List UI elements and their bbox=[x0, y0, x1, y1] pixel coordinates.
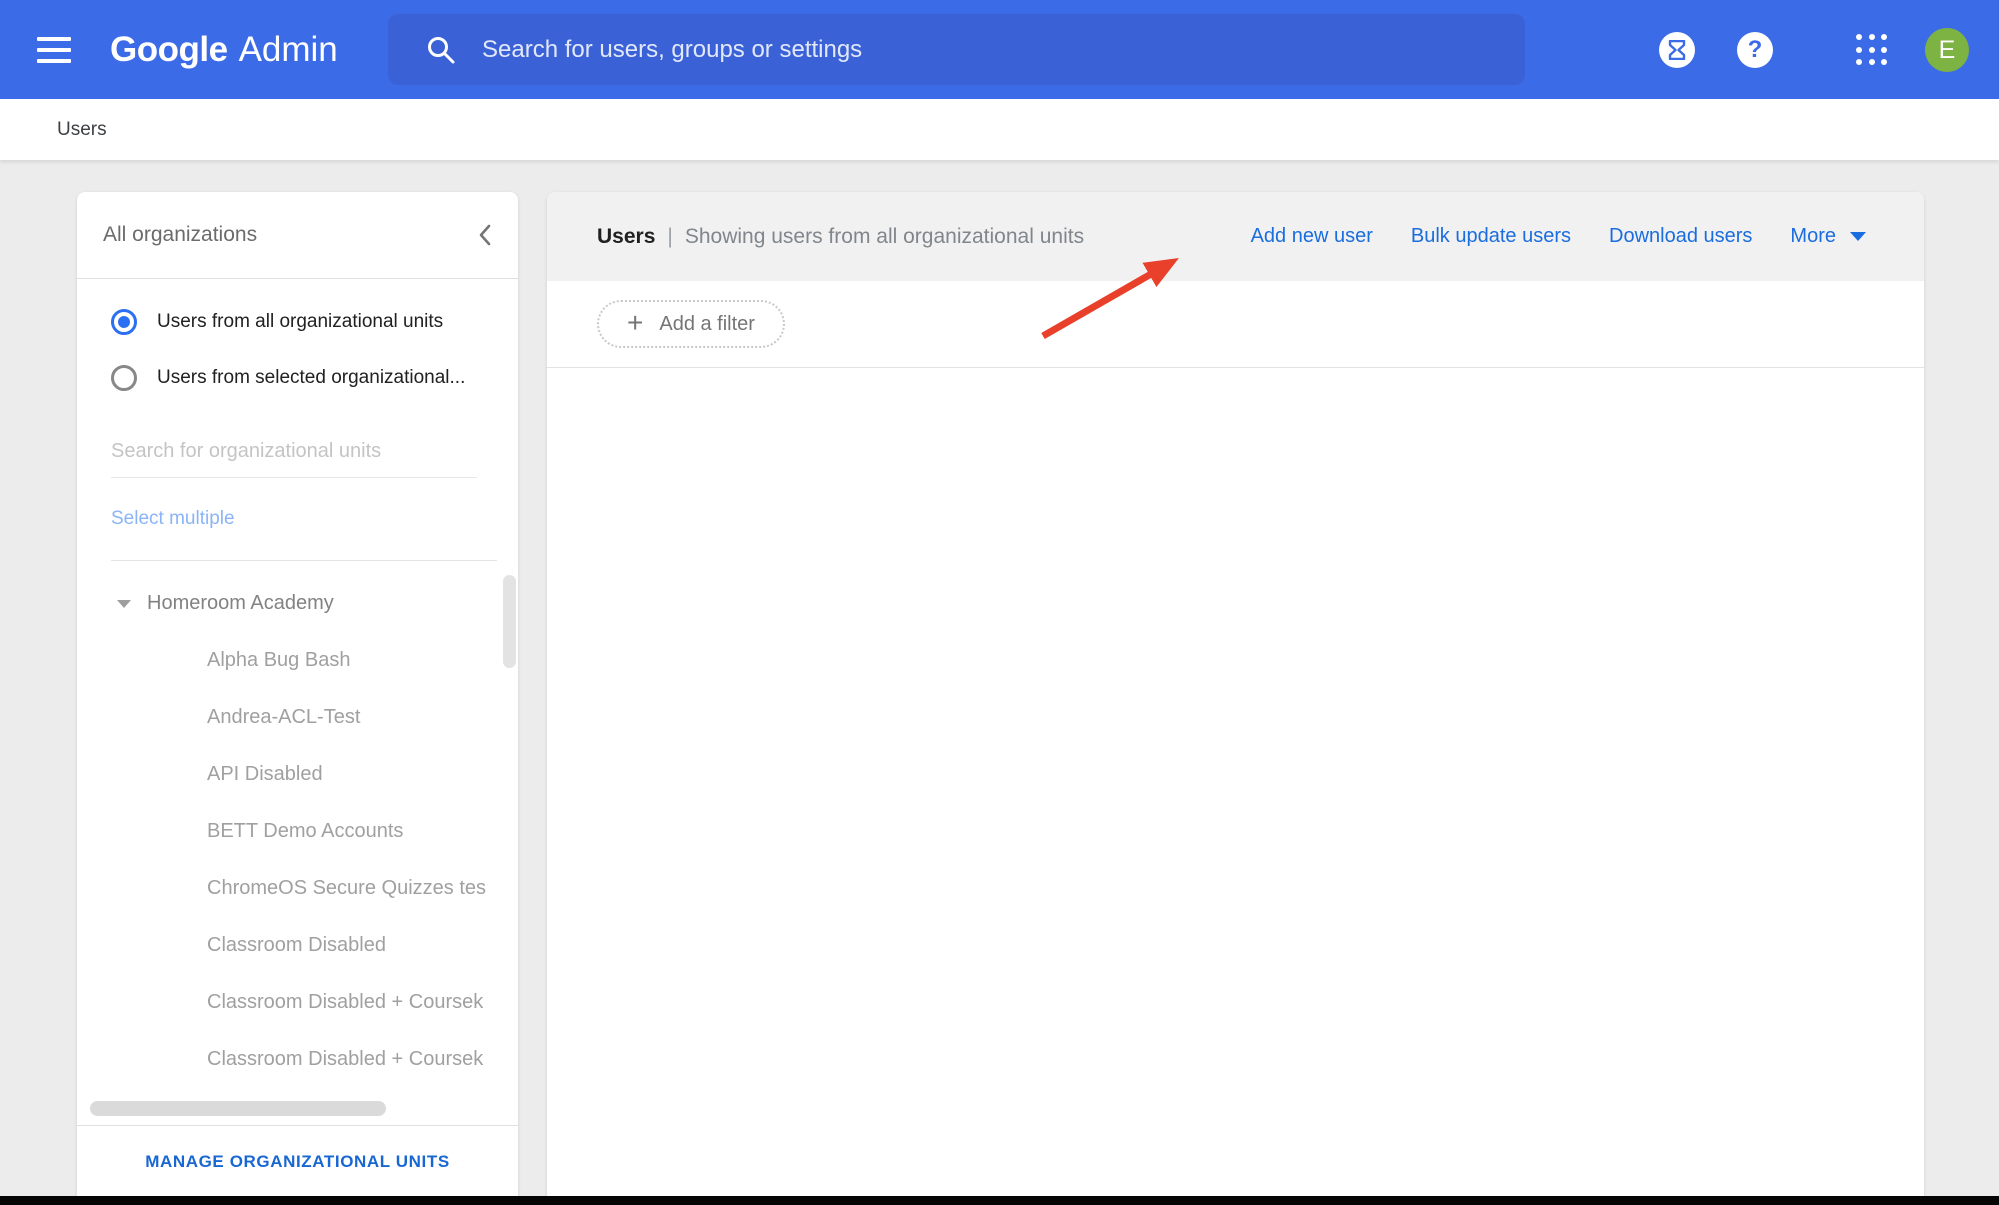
divider bbox=[547, 367, 1924, 368]
tree-item-label: Classroom Disabled + Coursek bbox=[207, 991, 484, 1013]
users-actions: Add new user Bulk update users Download … bbox=[1251, 225, 1866, 248]
tree-item[interactable]: Andrea-ACL-Test bbox=[77, 689, 518, 746]
organizations-panel-title: All organizations bbox=[103, 223, 258, 246]
add-filter-button[interactable]: + Add a filter bbox=[597, 300, 785, 348]
tree-item[interactable]: Classroom Disabled + Coursek bbox=[77, 1031, 518, 1088]
caret-down-icon[interactable] bbox=[117, 599, 131, 608]
filter-row: + Add a filter bbox=[547, 281, 1924, 367]
radio-users-all-org-units[interactable]: Users from all organizational units bbox=[77, 294, 518, 350]
tree-item-label: Classroom Disabled bbox=[207, 934, 386, 956]
search-icon bbox=[428, 36, 455, 63]
vertical-scrollbar-thumb[interactable] bbox=[503, 575, 516, 668]
avatar-initial: E bbox=[1938, 35, 1956, 64]
apps-grid-icon[interactable] bbox=[1856, 34, 1888, 66]
page-title: Users bbox=[597, 224, 656, 248]
hamburger-menu-icon[interactable] bbox=[37, 33, 77, 67]
org-units-tree: Homeroom Academy Alpha Bug Bash Andrea-A… bbox=[77, 575, 518, 1088]
tree-item[interactable]: ChromeOS Secure Quizzes tes bbox=[77, 860, 518, 917]
users-panel-header: Users | Showing users from all organizat… bbox=[547, 192, 1924, 281]
chevron-down-icon bbox=[1850, 232, 1866, 241]
help-glyph: ? bbox=[1747, 36, 1763, 63]
google-admin-console: Google Admin ? E Users bbox=[0, 0, 1999, 1205]
tree-item-label: API Disabled bbox=[207, 763, 323, 785]
bulk-update-users-link[interactable]: Bulk update users bbox=[1411, 225, 1571, 248]
tree-item-label: ChromeOS Secure Quizzes tes bbox=[207, 877, 486, 899]
radio-label: Users from all organizational units bbox=[157, 311, 444, 332]
radio-selected-icon bbox=[111, 309, 137, 335]
radio-unselected-icon bbox=[111, 365, 137, 391]
organizations-panel-header: All organizations bbox=[77, 192, 518, 278]
avatar[interactable]: E bbox=[1925, 28, 1969, 72]
add-new-user-link[interactable]: Add new user bbox=[1251, 225, 1373, 248]
radio-users-selected-org-units[interactable]: Users from selected organizational... bbox=[77, 350, 518, 406]
logo-google-text: Google bbox=[110, 29, 228, 69]
screenshot-bottom-edge bbox=[0, 1196, 1999, 1205]
app-header: Google Admin ? E bbox=[0, 0, 1999, 99]
org-units-search-input[interactable] bbox=[111, 440, 477, 478]
users-panel-title-group: Users | Showing users from all organizat… bbox=[597, 225, 1084, 249]
tree-root-label: Homeroom Academy bbox=[147, 592, 334, 614]
search-input[interactable] bbox=[482, 35, 1505, 64]
tree-root-homeroom-academy[interactable]: Homeroom Academy bbox=[77, 575, 518, 632]
global-search-bar[interactable] bbox=[388, 14, 1525, 85]
add-filter-label: Add a filter bbox=[659, 312, 755, 335]
more-button[interactable]: More bbox=[1790, 225, 1866, 248]
tree-item[interactable]: BETT Demo Accounts bbox=[77, 803, 518, 860]
select-multiple-link[interactable]: Select multiple bbox=[111, 508, 235, 530]
users-panel: Users | Showing users from all organizat… bbox=[547, 192, 1924, 1197]
horizontal-scrollbar-thumb[interactable] bbox=[90, 1101, 386, 1116]
tree-item-label: BETT Demo Accounts bbox=[207, 820, 404, 842]
google-admin-logo: Google Admin bbox=[110, 0, 338, 99]
divider bbox=[111, 560, 497, 561]
organizations-panel: All organizations Users from all organiz… bbox=[77, 192, 518, 1197]
help-icon[interactable]: ? bbox=[1737, 32, 1773, 68]
tree-item[interactable]: Classroom Disabled bbox=[77, 917, 518, 974]
title-separator: | bbox=[667, 224, 673, 248]
tree-item[interactable]: Classroom Disabled + Coursek bbox=[77, 974, 518, 1031]
chevron-left-icon[interactable] bbox=[478, 223, 492, 247]
breadcrumb-bar: Users bbox=[0, 99, 1999, 160]
manage-organizational-units-button[interactable]: MANAGE ORGANIZATIONAL UNITS bbox=[77, 1126, 518, 1197]
download-users-link[interactable]: Download users bbox=[1609, 225, 1752, 248]
plus-icon: + bbox=[627, 306, 644, 338]
tree-item-label: Andrea-ACL-Test bbox=[207, 706, 361, 728]
tree-item-label: Alpha Bug Bash bbox=[207, 649, 351, 671]
logo-admin-text: Admin bbox=[238, 29, 338, 69]
radio-label: Users from selected organizational... bbox=[157, 367, 466, 388]
hourglass-icon[interactable] bbox=[1659, 32, 1695, 68]
tree-item-label: Classroom Disabled + Coursek bbox=[207, 1048, 484, 1070]
divider bbox=[77, 278, 518, 279]
page-subtitle: Showing users from all organizational un… bbox=[684, 224, 1085, 248]
tree-item[interactable]: Alpha Bug Bash bbox=[77, 632, 518, 689]
more-label: More bbox=[1790, 225, 1836, 247]
breadcrumb[interactable]: Users bbox=[57, 119, 107, 141]
tree-item[interactable]: API Disabled bbox=[77, 746, 518, 803]
